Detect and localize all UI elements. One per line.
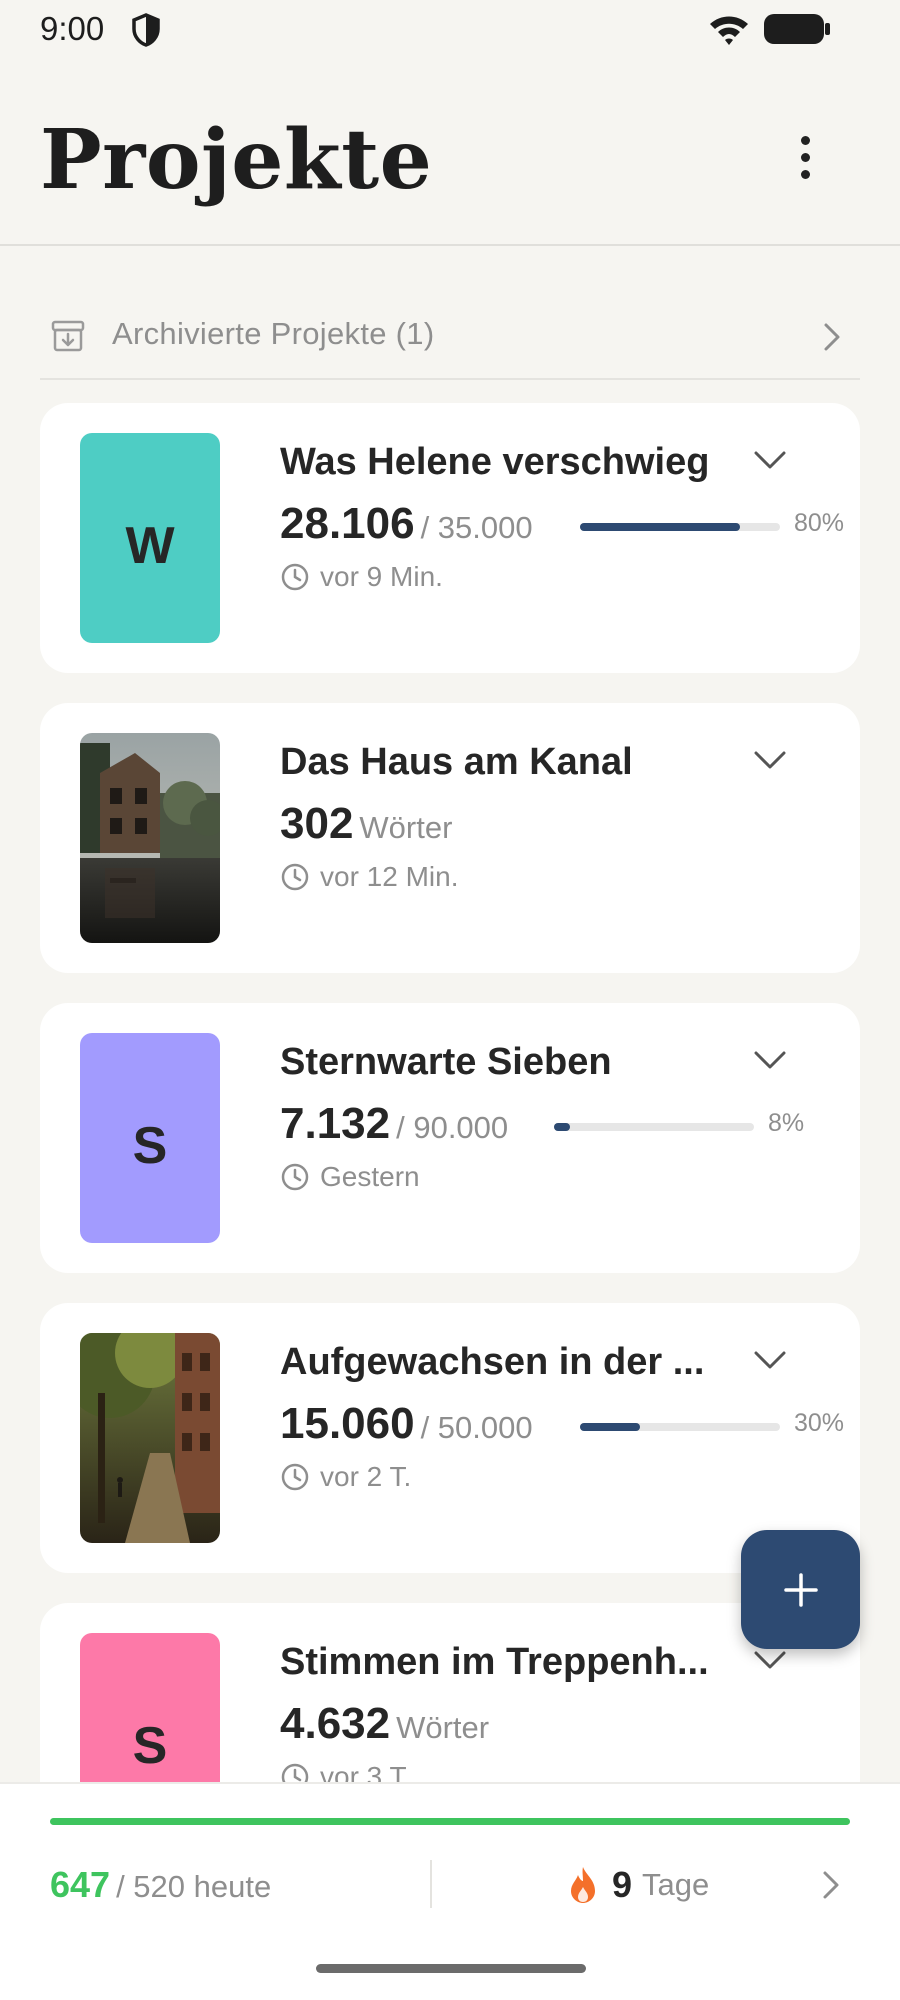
progress-percent: 30% [794, 1409, 845, 1437]
flame-icon [571, 1867, 595, 1903]
battery-icon [764, 14, 830, 44]
project-title: Das Haus am Kanal [280, 741, 633, 783]
house-canal-image [80, 733, 220, 943]
word-count-value: 302 [280, 799, 354, 848]
archive-icon [51, 320, 85, 352]
progress-fill [580, 523, 740, 531]
progress-percent: 80% [794, 509, 845, 537]
clock-icon [281, 863, 309, 891]
page-title: Projekte [40, 112, 433, 208]
word-count-value: 7.132 [280, 1099, 391, 1148]
project-cover-image [80, 1333, 220, 1543]
project-cover: S [80, 1033, 220, 1243]
last-edited-text: Gestern [320, 1161, 420, 1192]
chevron-right-icon [824, 323, 840, 351]
project-title: Was Helene verschwieg [280, 441, 710, 483]
project-card[interactable]: S Sternwarte Sieben 7.132/ 90.000 8% Ges… [40, 1003, 860, 1273]
last-edited: Gestern [280, 1161, 420, 1193]
last-edited-text: vor 9 Min. [320, 561, 443, 592]
word-count-value: 15.060 [280, 1399, 415, 1448]
add-project-button[interactable] [741, 1530, 860, 1649]
project-cover: W [80, 433, 220, 643]
word-count-goal: / 35.000 [420, 510, 533, 545]
chevron-down-icon[interactable] [752, 447, 788, 473]
project-cover-image [80, 733, 220, 943]
project-card[interactable]: W Was Helene verschwieg 28.106/ 35.000 8… [40, 403, 860, 673]
word-count: 7.132/ 90.000 [280, 1099, 508, 1149]
last-edited: vor 9 Min. [280, 561, 443, 593]
cover-letter: S [132, 1717, 168, 1775]
street-image [80, 1333, 220, 1543]
more-vert-icon-dot [800, 169, 810, 179]
word-count-value: 4.632 [280, 1699, 391, 1748]
status-time: 9:00 [40, 10, 105, 47]
project-title: Stimmen im Treppenh... [280, 1641, 709, 1683]
last-edited: vor 2 T. [280, 1461, 411, 1493]
clock-icon [281, 563, 309, 591]
archived-projects-row[interactable]: Archivierte Projekte (1) [40, 298, 860, 380]
chevron-down-icon[interactable] [752, 1347, 788, 1373]
today-goal-text: / 520 heute [116, 1869, 272, 1904]
word-count-unit: Wörter [359, 810, 453, 845]
app-header: Projekte [0, 60, 900, 246]
divider [430, 1860, 432, 1908]
more-vert-icon-dot [800, 152, 810, 162]
word-count: 302 Wörter [280, 799, 452, 849]
word-count: 28.106/ 35.000 [280, 499, 533, 549]
chevron-right-icon [823, 1871, 839, 1899]
clock-icon [281, 1463, 309, 1491]
progress-fill [580, 1423, 640, 1431]
progress-bar [554, 1123, 754, 1131]
word-count-value: 28.106 [280, 499, 415, 548]
word-count: 4.632 Wörter [280, 1699, 489, 1749]
streak-unit: Tage [642, 1867, 710, 1902]
daily-goal-progress [50, 1818, 850, 1825]
word-count: 15.060/ 50.000 [280, 1399, 533, 1449]
project-title: Sternwarte Sieben [280, 1041, 612, 1083]
chevron-down-icon[interactable] [752, 1047, 788, 1073]
more-vert-icon [800, 135, 810, 145]
cover-letter: S [132, 1117, 168, 1175]
project-card[interactable]: Aufgewachsen in der ... 15.060/ 50.000 3… [40, 1303, 860, 1573]
shield-icon [132, 13, 160, 47]
streak: 9 Tage [568, 1864, 709, 1906]
last-edited: vor 12 Min. [280, 861, 459, 893]
project-card[interactable]: Das Haus am Kanal 302 Wörter vor 12 Min. [40, 703, 860, 973]
progress-bar [580, 1423, 780, 1431]
daily-goal-fill [50, 1818, 850, 1825]
today-words: 647/ 520 heute [50, 1864, 271, 1906]
progress-percent: 8% [768, 1109, 805, 1137]
last-edited-text: vor 2 T. [320, 1461, 412, 1492]
plus-icon [783, 1572, 818, 1607]
word-count-unit: Wörter [396, 1710, 490, 1745]
today-words-value: 647 [50, 1864, 111, 1905]
archived-projects-label: Archivierte Projekte (1) [112, 316, 435, 351]
word-count-goal: / 90.000 [396, 1110, 509, 1145]
chevron-down-icon[interactable] [752, 1647, 788, 1673]
last-edited-text: vor 12 Min. [320, 861, 459, 892]
cover-letter: W [125, 517, 175, 575]
home-indicator[interactable] [316, 1964, 586, 1973]
wifi-icon [710, 16, 748, 45]
progress-bar [580, 523, 780, 531]
project-title: Aufgewachsen in der ... [280, 1341, 705, 1383]
status-bar: 9:00 [0, 0, 900, 60]
clock-icon [281, 1163, 309, 1191]
word-count-goal: / 50.000 [420, 1410, 533, 1445]
streak-value: 9 [612, 1864, 633, 1905]
chevron-down-icon[interactable] [752, 747, 788, 773]
more-menu-button[interactable] [780, 122, 830, 192]
progress-fill [554, 1123, 570, 1131]
